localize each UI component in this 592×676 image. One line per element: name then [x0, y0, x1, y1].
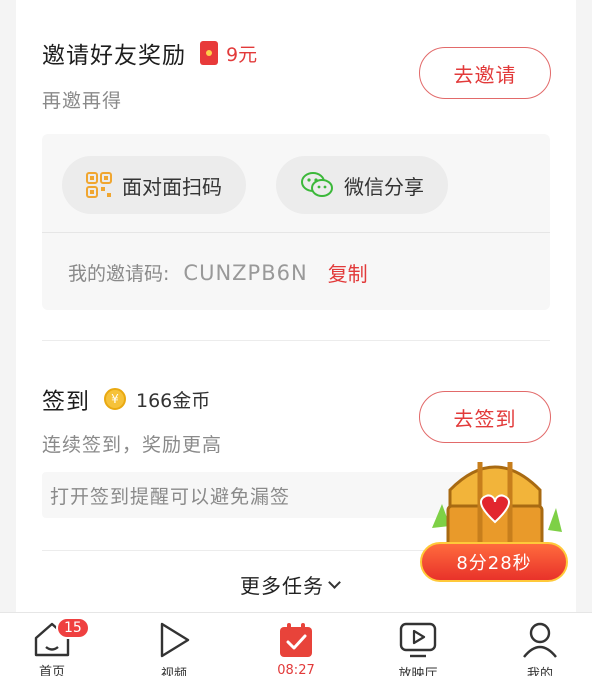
copy-code-button[interactable]: 复制	[328, 258, 368, 287]
invite-subtitle: 再邀再得	[42, 90, 123, 112]
bottom-tab-bar: 首页 15 视频 08:27 放映厅 我的	[0, 612, 592, 676]
user-icon	[520, 621, 560, 659]
signin-button[interactable]: 去签到	[419, 391, 551, 443]
face-to-face-label: 面对面扫码	[122, 174, 222, 199]
tv-play-icon	[398, 621, 438, 659]
play-icon	[154, 621, 194, 659]
tab-theater-label: 放映厅	[398, 667, 438, 676]
wechat-icon	[300, 171, 334, 199]
invite-button[interactable]: 去邀请	[419, 47, 551, 99]
signin-title: 签到	[42, 389, 90, 415]
section-divider	[42, 340, 550, 341]
share-box: 面对面扫码 微信分享 我的邀请码: CUNZPB6N 复制	[42, 134, 550, 310]
wechat-share-label: 微信分享	[344, 174, 424, 199]
tab-video[interactable]: 视频	[134, 613, 214, 676]
share-divider	[42, 232, 550, 233]
chevron-down-icon	[328, 576, 341, 589]
notification-badge: 15	[56, 617, 90, 639]
tab-video-label: 视频	[160, 667, 187, 676]
invite-reward: 9元	[200, 40, 257, 67]
signin-title-row: 签到 ¥ 166金币	[42, 382, 210, 416]
invite-code-label: 我的邀请码:	[68, 263, 170, 285]
tab-home[interactable]: 首页 15	[12, 613, 92, 676]
invite-code-row: 我的邀请码: CUNZPB6N 复制	[68, 258, 368, 287]
chest-timer[interactable]: 8分28秒	[420, 542, 568, 582]
signin-subtitle: 连续签到，奖励更高	[42, 434, 223, 456]
tab-home-label: 首页	[38, 665, 65, 676]
face-to-face-qr-button[interactable]: 面对面扫码	[62, 156, 246, 214]
tab-profile[interactable]: 我的	[500, 613, 580, 676]
signin-reward: ¥ 166金币	[104, 386, 210, 413]
more-tasks-label: 更多任务	[240, 574, 324, 598]
invite-reward-amount: 9元	[226, 43, 258, 66]
wechat-share-button[interactable]: 微信分享	[276, 156, 448, 214]
more-tasks-button[interactable]: 更多任务	[240, 570, 341, 599]
signin-reward-amount: 166金币	[136, 389, 211, 412]
tab-profile-label: 我的	[526, 667, 553, 676]
tab-theater[interactable]: 放映厅	[378, 613, 458, 676]
red-packet-icon	[200, 41, 218, 65]
coin-icon: ¥	[104, 388, 126, 410]
tab-signin-timer-label: 08:27	[277, 663, 315, 676]
calendar-check-icon	[276, 621, 316, 659]
tab-signin-timer[interactable]: 08:27	[256, 613, 336, 676]
signin-reminder[interactable]: 打开签到提醒可以避免漏签	[42, 472, 472, 518]
invite-title-row: 邀请好友奖励 9元	[42, 36, 257, 70]
qr-code-icon	[86, 172, 112, 198]
invite-code-value: CUNZPB6N	[183, 260, 308, 285]
invite-title: 邀请好友奖励	[42, 43, 186, 69]
